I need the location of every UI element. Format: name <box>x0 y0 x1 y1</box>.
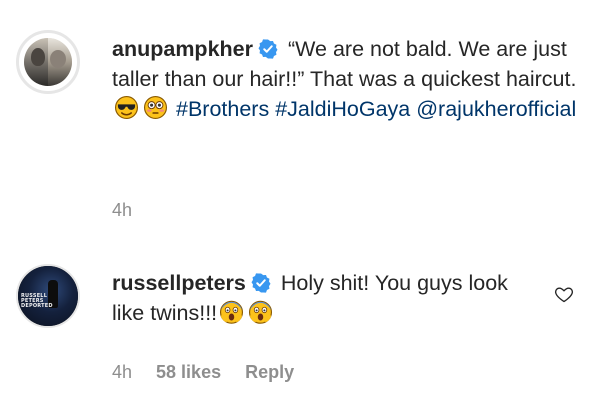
username-russellpeters[interactable]: russellpeters <box>112 271 246 295</box>
sunglasses-face-emoji <box>114 95 139 120</box>
timestamp[interactable]: 4h <box>112 362 132 383</box>
reply-button[interactable]: Reply <box>245 362 294 383</box>
screaming-face-emoji <box>249 300 273 324</box>
username-anupampkher[interactable]: anupampkher <box>112 37 253 61</box>
avatar-photo <box>24 38 72 86</box>
verified-badge-icon <box>251 273 271 293</box>
comment-meta-anupampkher: 4h <box>112 200 132 221</box>
comment-text-anupampkher: anupampkher “We are not bald. We are jus… <box>112 34 582 124</box>
mention-rajukherofficial[interactable]: @rajukherofficial <box>416 97 576 121</box>
likes-count[interactable]: 58 likes <box>156 362 221 383</box>
avatar-russellpeters[interactable]: RUSSELL PETERS DEPORTED <box>16 264 80 328</box>
verified-badge-icon <box>258 39 278 59</box>
heart-outline-icon[interactable] <box>554 284 574 304</box>
comment-text-russellpeters: russellpeters Holy shit! You guys look l… <box>112 268 542 328</box>
hashtag-jaldihogaya[interactable]: #JaldiHoGaya <box>275 97 410 121</box>
hashtag-brothers[interactable]: #Brothers <box>176 97 269 121</box>
screaming-face-emoji <box>220 300 244 324</box>
flushed-face-emoji <box>143 95 168 120</box>
timestamp[interactable]: 4h <box>112 200 132 221</box>
avatar-anupampkher[interactable] <box>16 30 80 94</box>
comment-meta-russellpeters: 4h 58 likes Reply <box>112 362 294 383</box>
poster-text-line3: DEPORTED <box>21 303 53 309</box>
